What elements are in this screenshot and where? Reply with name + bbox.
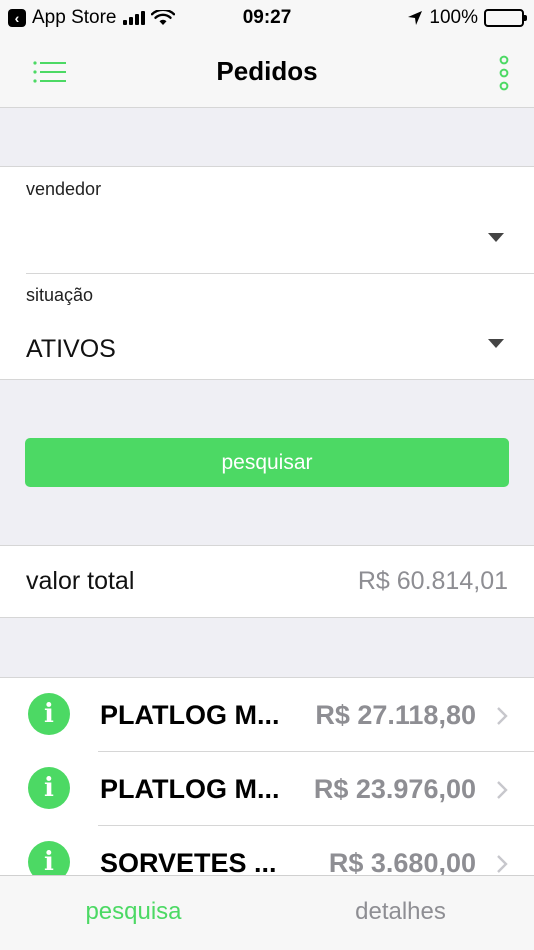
list-menu-icon[interactable] [33, 60, 67, 84]
order-name: PLATLOG M... [100, 774, 280, 804]
tab-pesquisa[interactable]: pesquisa [0, 876, 267, 950]
order-value: R$ 27.118,80 [315, 700, 476, 730]
total-row: valor total R$ 60.814,01 [0, 545, 534, 618]
list-item[interactable]: i PLATLOG M... R$ 27.118,80 [0, 678, 534, 752]
nav-bar: Pedidos [0, 36, 534, 108]
order-value: R$ 3.680,00 [328, 848, 476, 875]
vertical-dots-icon[interactable] [498, 55, 510, 91]
order-value: R$ 23.976,00 [313, 774, 476, 804]
status-bar: ‹ App Store 09:27 100% [0, 0, 534, 36]
battery-icon [484, 9, 527, 27]
cellular-signal-icon [122, 11, 145, 25]
status-right: 100% [407, 7, 527, 29]
total-label: valor total [26, 567, 135, 595]
chevron-right-icon [497, 707, 508, 725]
order-name: SORVETES ... [100, 848, 277, 875]
battery-percent: 100% [429, 7, 478, 28]
page-title: Pedidos [216, 56, 318, 86]
situacao-label: situação [26, 285, 94, 305]
search-button[interactable]: pesquisar [25, 438, 509, 487]
filter-form: vendedor situação ATIVOS [0, 166, 534, 380]
location-arrow-icon [408, 11, 423, 25]
back-app-label[interactable]: App Store [32, 7, 117, 29]
orders-list: i PLATLOG M... R$ 27.118,80 i PLATLOG M.… [0, 677, 534, 875]
vendedor-select[interactable]: vendedor [0, 167, 534, 273]
tab-bar: pesquisa detalhes [0, 875, 534, 950]
situacao-value: ATIVOS [26, 335, 116, 363]
info-icon[interactable]: i [28, 693, 70, 735]
status-left: ‹ App Store [8, 7, 175, 29]
info-icon[interactable]: i [28, 841, 70, 875]
wifi-icon [150, 10, 175, 25]
tab-detalhes[interactable]: detalhes [267, 876, 534, 950]
total-value: R$ 60.814,01 [357, 567, 508, 595]
caret-down-icon [488, 233, 504, 242]
vendedor-label: vendedor [26, 179, 102, 199]
list-item[interactable]: i SORVETES ... R$ 3.680,00 [0, 826, 534, 875]
info-icon[interactable]: i [28, 767, 70, 809]
caret-down-icon [488, 339, 504, 348]
chevron-right-icon [497, 781, 508, 799]
list-item[interactable]: i PLATLOG M... R$ 23.976,00 [0, 752, 534, 826]
back-arrow-icon[interactable]: ‹ [8, 9, 26, 27]
situacao-select[interactable]: situação ATIVOS [0, 273, 534, 379]
chevron-right-icon [497, 855, 508, 873]
order-name: PLATLOG M... [100, 700, 280, 730]
